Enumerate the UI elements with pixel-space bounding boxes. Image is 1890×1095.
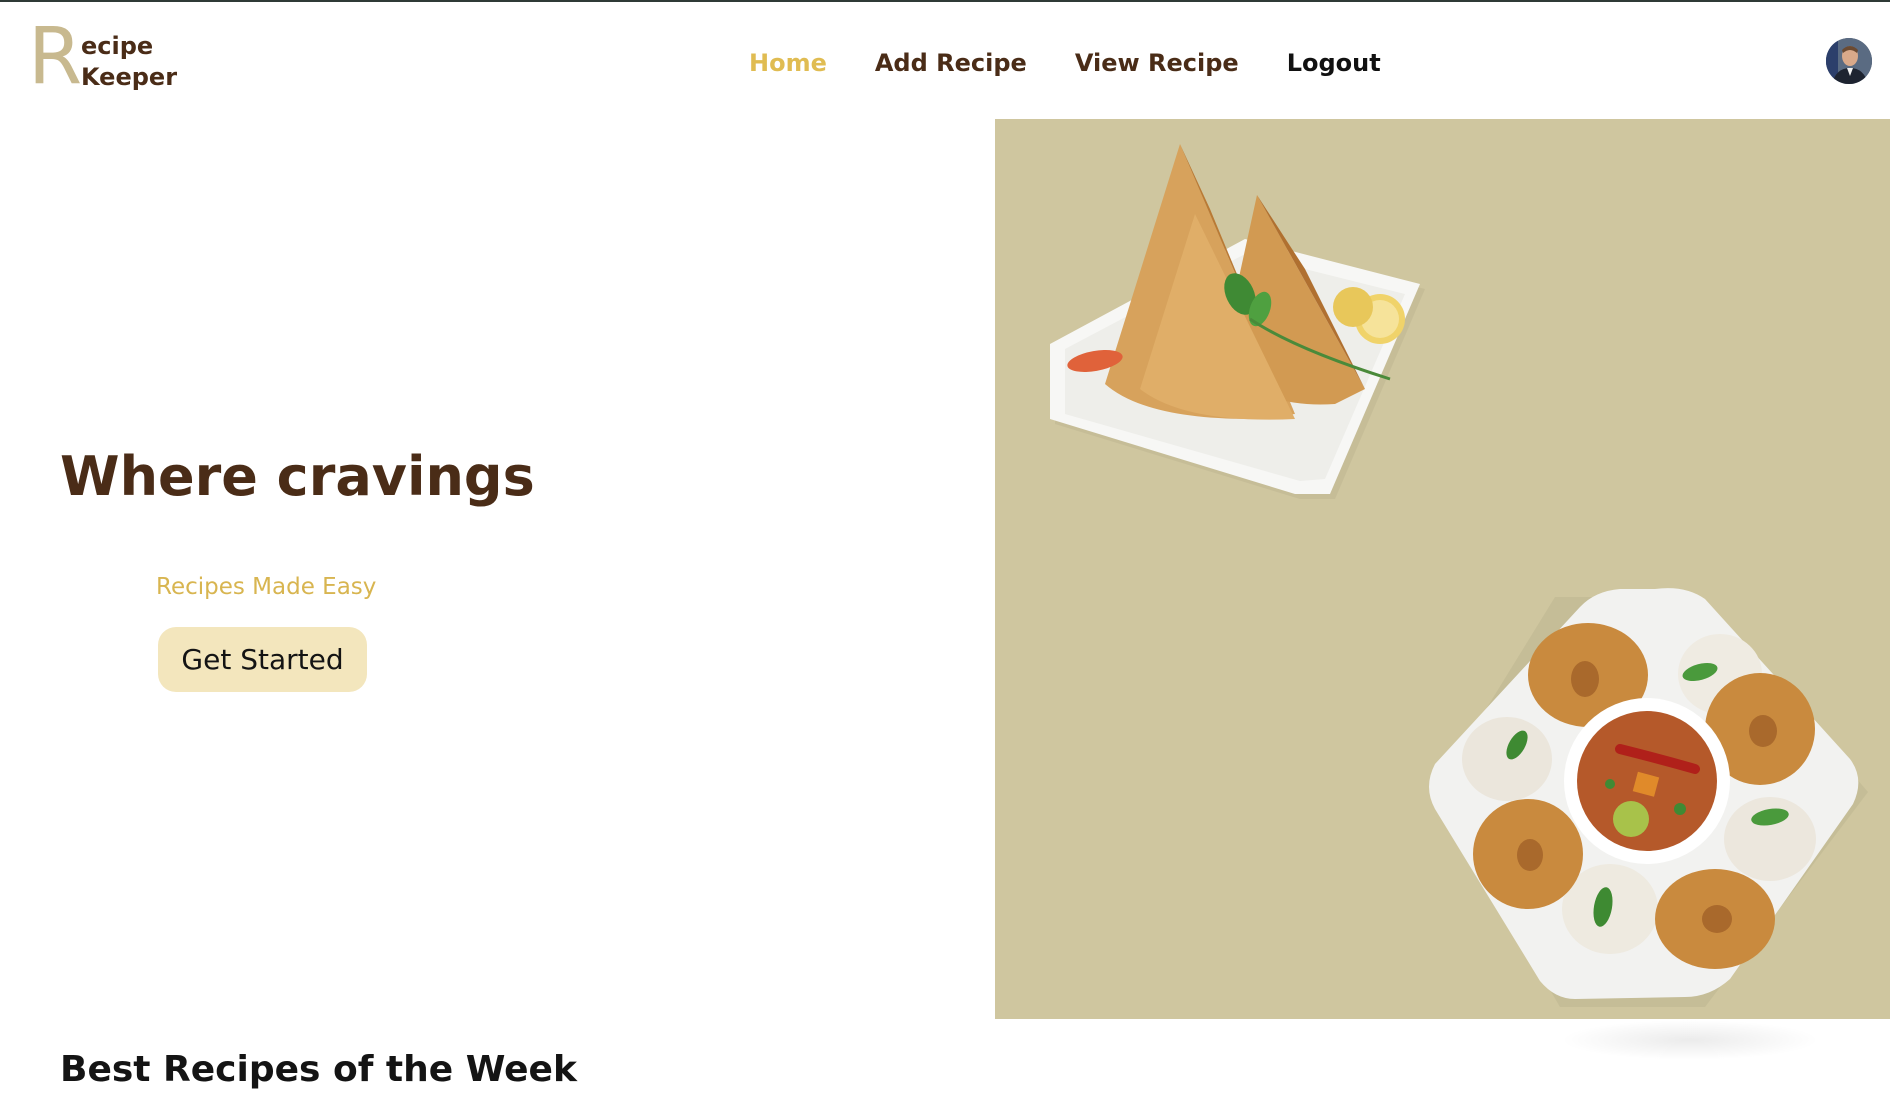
food-illustration (1050, 144, 1868, 1007)
idli-vada-plate-image (1429, 588, 1868, 1007)
logo-text-line1: ecipe (81, 32, 154, 60)
avatar-icon (1826, 38, 1872, 84)
logo-text-line2: Keeper (81, 63, 178, 91)
top-border (0, 0, 1890, 2)
hero-subtitle: Recipes Made Easy (156, 574, 377, 600)
hero-title: Where cravings (60, 445, 535, 508)
samosa-plate-image (1050, 144, 1425, 499)
panel-shadow (1560, 1020, 1820, 1060)
hero-food-panel (995, 119, 1890, 1019)
best-recipes-title: Best Recipes of the Week (60, 1049, 577, 1090)
nav-add-recipe[interactable]: Add Recipe (875, 48, 1027, 78)
main-nav: Home Add Recipe View Recipe Logout (749, 48, 1381, 78)
nav-logout[interactable]: Logout (1287, 48, 1381, 78)
get-started-button[interactable]: Get Started (158, 627, 367, 692)
logo-initial: R (28, 12, 83, 102)
nav-home[interactable]: Home (749, 48, 827, 78)
nav-view-recipe[interactable]: View Recipe (1075, 48, 1239, 78)
user-avatar[interactable] (1826, 38, 1872, 84)
logo[interactable]: R ecipe Keeper (28, 18, 188, 96)
